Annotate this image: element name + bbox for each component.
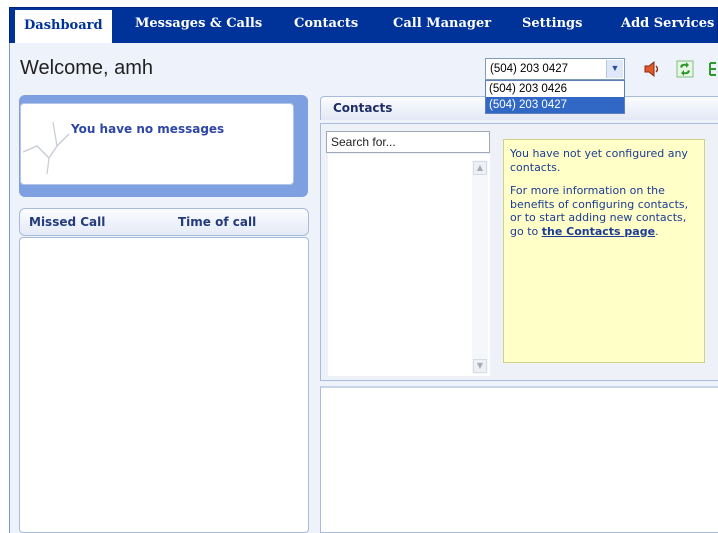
contacts-scrollbar[interactable]: ▲ ▼ xyxy=(472,160,488,374)
contacts-help-note: You have not yet configured any contacts… xyxy=(503,139,705,363)
welcome-text: Welcome, amh xyxy=(20,57,154,79)
contacts-list[interactable] xyxy=(328,154,490,376)
missed-calls-header: Missed Call Time of call xyxy=(19,208,309,236)
column-missed-call[interactable]: Missed Call xyxy=(29,215,105,229)
note-period: . xyxy=(655,224,659,238)
contacts-search-input[interactable]: Search for... xyxy=(326,131,490,153)
tree-icon[interactable] xyxy=(708,60,718,78)
contacts-page-link[interactable]: the Contacts page xyxy=(542,225,655,238)
speaker-icon[interactable] xyxy=(643,60,661,78)
tab-messages-calls[interactable]: Messages & Calls xyxy=(135,8,262,44)
phone-select-value: (504) 203 0427 xyxy=(490,63,569,75)
scroll-up-icon[interactable]: ▲ xyxy=(473,161,487,175)
tab-call-manager[interactable]: Call Manager xyxy=(393,8,491,44)
refresh-icon[interactable] xyxy=(676,60,694,78)
phone-number-dropdown[interactable]: (504) 203 0426 (504) 203 0427 xyxy=(485,80,625,114)
tab-settings[interactable]: Settings xyxy=(522,8,582,44)
note-more-info: For more information on the benefits of … xyxy=(510,184,698,238)
messages-box: You have no messages xyxy=(20,103,294,185)
phone-option-selected[interactable]: (504) 203 0427 xyxy=(486,97,624,113)
decorative-lines-icon xyxy=(23,121,70,175)
scroll-down-icon[interactable]: ▼ xyxy=(473,359,487,373)
tab-add-services[interactable]: Add Services xyxy=(621,8,714,44)
chevron-down-icon[interactable]: ▼ xyxy=(606,60,623,78)
dashboard-main: Welcome, amh (504) 203 0427 ▼ (504) 203 … xyxy=(9,43,718,533)
column-time-of-call[interactable]: Time of call xyxy=(178,215,256,229)
note-no-contacts: You have not yet configured any contacts… xyxy=(510,147,688,174)
contacts-title: Contacts xyxy=(333,101,393,115)
details-panel xyxy=(320,386,718,533)
phone-number-select[interactable]: (504) 203 0427 ▼ xyxy=(485,58,625,80)
missed-calls-list xyxy=(19,237,309,533)
no-messages-text: You have no messages xyxy=(71,122,225,136)
tab-contacts[interactable]: Contacts xyxy=(294,8,358,44)
phone-option[interactable]: (504) 203 0426 xyxy=(486,81,624,97)
tab-dashboard[interactable]: Dashboard xyxy=(15,10,112,44)
main-nav: Dashboard Messages & Calls Contacts Call… xyxy=(9,7,718,44)
